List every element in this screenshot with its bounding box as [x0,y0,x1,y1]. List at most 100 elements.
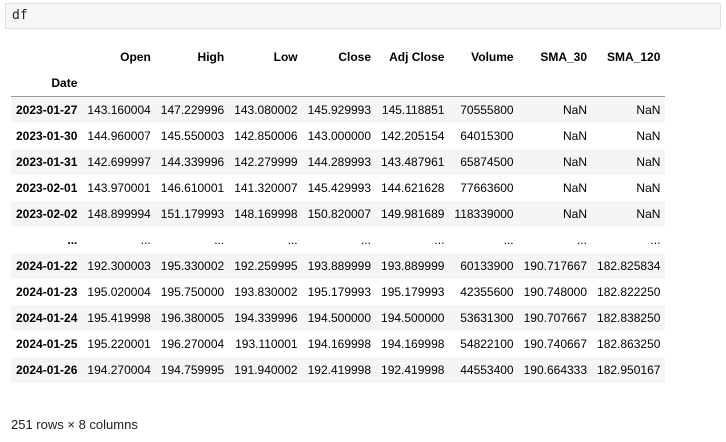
row-index-label: 2024-01-23 [16,285,78,299]
table-cell: 146.610001 [160,181,225,195]
row-index-label: 2024-01-26 [16,363,78,377]
table-cell: 194.759995 [160,363,225,377]
table-row: 2023-02-02 148.899994 151.179993 148.169998… [11,201,666,227]
table-cell: 53631300 [460,311,514,325]
table-row: 2023-01-30 144.960007 145.550003 142.850006… [11,123,665,149]
table-cell: 142.850006 [234,129,298,143]
table-cell: 190.707667 [523,311,588,325]
table-cell: 195.179993 [307,285,372,299]
table-cell: 194.339996 [234,311,298,325]
table-cell: ... [503,233,514,247]
table-row: 2024-01-23 195.020004 195.750000 193.830002… [11,279,665,305]
table-cell: 143.970001 [87,181,151,195]
table-cell: 118339000 [454,207,514,221]
table-cell: 142.699997 [87,155,151,169]
table-cell: 44553400 [460,363,514,377]
column-header: High [197,50,225,64]
table-cell: 194.169998 [307,337,372,351]
table-row: 2023-01-31 142.699997 144.339996 142.279999… [11,149,666,175]
column-header-row: Open High Low Close Adj Close Volume SMA… [11,44,665,70]
table-cell: 194.500000 [381,311,445,325]
table-row: 2023-02-01 143.970001 146.610001 141.320007… [11,175,665,201]
column-header: Close [338,50,372,64]
table-cell: 191.940002 [234,363,298,377]
table-cell: 182.863250 [597,337,661,351]
code-input-cell[interactable]: df [5,3,721,29]
row-index-label: ... [67,233,78,247]
table-cell: 70555800 [460,103,514,117]
table-cell: NaN [636,129,661,143]
table-cell: 182.950167 [597,363,661,377]
table-cell: 182.825834 [597,259,661,273]
column-header: SMA_30 [540,50,588,64]
table-cell: 147.229996 [160,103,225,117]
table-cell: 195.179993 [381,285,445,299]
table-cell: 195.419998 [87,311,151,325]
index-name: Date [11,70,83,97]
table-cell: 196.270004 [160,337,225,351]
table-cell: 192.259995 [234,259,298,273]
table-cell: 192.300003 [87,259,151,273]
table-cell: 182.822250 [597,285,661,299]
table-cell: 144.289993 [307,155,372,169]
table-cell: 145.118851 [381,103,445,117]
table-cell: 190.748000 [523,285,588,299]
table-cell: 145.929993 [307,103,372,117]
row-index-label: 2024-01-24 [16,311,78,325]
table-cell: 143.487961 [381,155,445,169]
table-cell: NaN [563,155,588,169]
table-cell: 60133900 [460,259,514,273]
table-cell: 182.838250 [597,311,661,325]
row-index-label: 2023-01-31 [16,155,78,169]
table-cell: ... [577,233,588,247]
table-cell: ... [140,233,151,247]
table-cell: 193.830002 [234,285,298,299]
table-cell: 196.380005 [160,311,225,325]
table-row: 2024-01-22 192.300003 195.330002 192.259995… [11,253,666,279]
table-cell: 144.339996 [160,155,225,169]
row-index-label: 2024-01-22 [16,259,78,273]
table-cell: ... [434,233,445,247]
table-row: 2023-01-27 143.160004 147.229996 143.080002… [11,96,666,123]
table-cell: 148.899994 [87,207,151,221]
table-cell: 193.889999 [307,259,372,273]
row-index-label: 2023-02-01 [16,181,78,195]
table-cell: 144.960007 [87,129,151,143]
table-cell: 194.500000 [307,311,372,325]
table-cell: 143.160004 [87,103,151,117]
table-cell: 77663600 [460,181,514,195]
table-cell: 190.664333 [523,363,588,377]
table-cell: 150.820007 [307,207,372,221]
table-cell: NaN [636,155,661,169]
table-row: ........................... [11,227,665,253]
table-cell: 54822100 [460,337,514,351]
table-cell: NaN [563,103,588,117]
column-header: Low [273,50,298,64]
table-cell: NaN [563,181,588,195]
table-cell: 195.020004 [87,285,151,299]
table-cell: 195.750000 [160,285,225,299]
table-cell: 195.220001 [87,337,151,351]
table-cell: 194.270004 [87,363,151,377]
row-index-label: 2023-01-30 [16,129,78,143]
table-cell: 194.169998 [381,337,445,351]
table-cell: NaN [563,207,588,221]
column-header: Adj Close [389,50,445,64]
table-cell: ... [214,233,225,247]
table-cell: 190.717667 [523,259,588,273]
column-header: Open [120,50,151,64]
table-cell: 193.889999 [381,259,445,273]
table-cell: 143.080002 [234,103,298,117]
table-cell: ... [361,233,372,247]
table-cell: 141.320007 [234,181,298,195]
code-text: df [12,8,28,23]
table-cell: NaN [563,129,588,143]
table-cell: 143.000000 [307,129,372,143]
table-cell: 42355600 [460,285,514,299]
table-cell: 64015300 [460,129,514,143]
table-cell: 190.740667 [523,337,588,351]
table-cell: NaN [636,103,661,117]
column-header: Volume [471,50,514,64]
table-cell: 148.169998 [234,207,298,221]
dataframe-table: Open High Low Close Adj Close Volume SMA… [11,44,666,383]
